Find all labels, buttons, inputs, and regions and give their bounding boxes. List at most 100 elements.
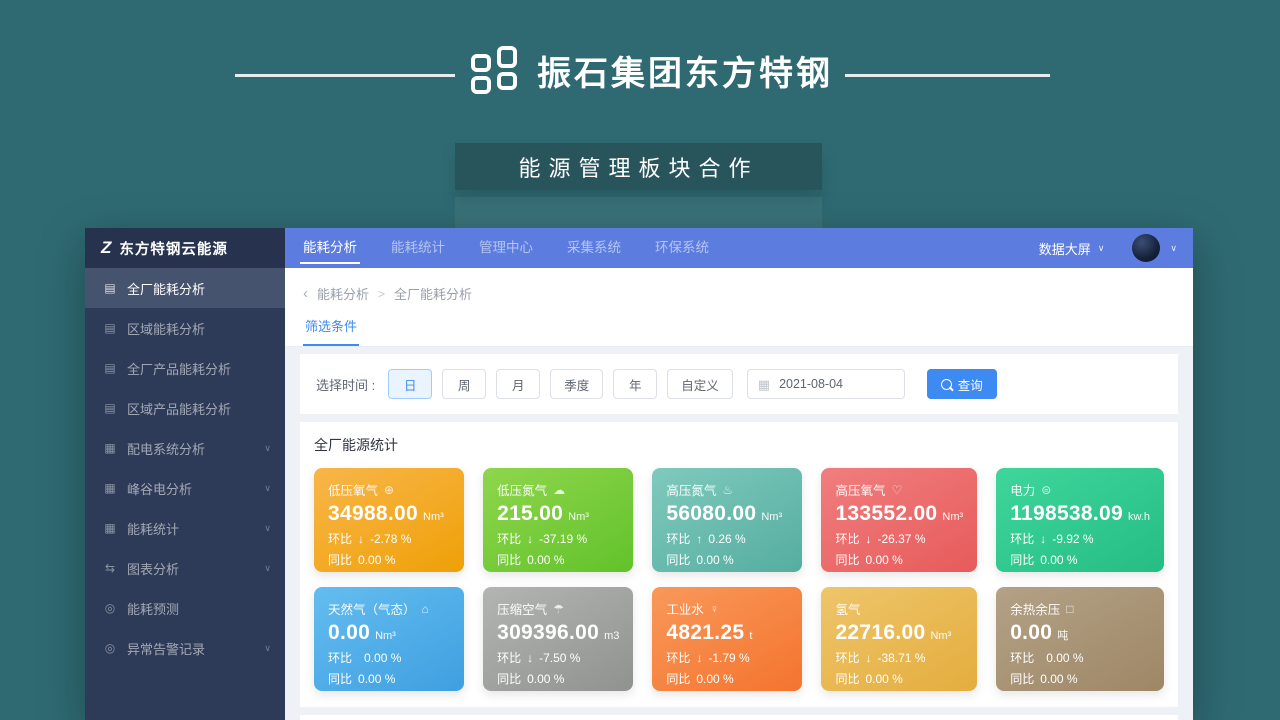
stat-value: 56080.00: [666, 502, 756, 525]
chevron-down-icon[interactable]: ∨: [1170, 243, 1177, 254]
tab-environment-system[interactable]: 环保系统: [655, 228, 709, 268]
tab-filter-conditions[interactable]: 筛选条件: [303, 316, 359, 346]
sidebar-menu: ▤ 全厂能耗分析 ▤ 区域能耗分析 ▤ 全厂产品能耗分析 ▤ 区域产品能耗分析 …: [85, 268, 285, 720]
stat-value: 0.00: [328, 621, 370, 644]
plant-energy-stats-panel: 全厂能源统计 低压氧气⊕ 34988.00Nm³ 环比↓-2.78 % 同比0.…: [300, 422, 1178, 707]
query-button[interactable]: 查询: [927, 369, 997, 399]
monitor-icon: ▤: [103, 401, 117, 415]
time-option-year[interactable]: 年: [613, 369, 657, 399]
sidebar-item-label: 区域能耗分析: [127, 319, 205, 338]
arrow-down-icon: ↓: [696, 651, 702, 665]
search-icon: ◎: [103, 601, 117, 615]
arrow-up-icon: ↑: [696, 532, 702, 546]
oxygen-icon: ♡: [891, 483, 902, 497]
stat-card-compressed-air: 压缩空气☂ 309396.00m3 环比↓-7.50 % 同比0.00 %: [483, 587, 633, 691]
sidebar-item-alarm-records[interactable]: ◎ 异常告警记录 ∨: [85, 628, 285, 668]
stat-unit: Nm³: [930, 630, 951, 642]
stat-card-electricity: 电力⊜ 1198538.09kw.h 环比↓-9.92 % 同比0.00 %: [996, 468, 1164, 572]
arrow-down-icon: ↓: [527, 651, 533, 665]
sidebar-item-peak-valley-power[interactable]: ▦ 峰谷电分析 ∨: [85, 468, 285, 508]
group-logo-icon: [471, 44, 523, 96]
user-avatar[interactable]: [1132, 234, 1160, 262]
stat-unit: Nm³: [423, 511, 444, 523]
tab-energy-analysis[interactable]: 能耗分析: [303, 228, 357, 268]
content-area: ‹ 能耗分析 > 全厂能耗分析 筛选条件 选择时间 : 日 周 月 季度 年 自…: [285, 268, 1193, 720]
home-icon: ⌂: [422, 602, 429, 616]
main-area: 能耗分析 能耗统计 管理中心 采集系统 环保系统 数据大屏 ∨ ∨ ‹ 能耗分析: [285, 228, 1193, 720]
list-icon: ▦: [103, 521, 117, 535]
stat-card-natural-gas: 天然气（气态）⌂ 0.00Nm³ 环比0.00 % 同比0.00 %: [314, 587, 464, 691]
sidebar-item-label: 峰谷电分析: [127, 479, 192, 498]
sidebar-item-plant-product-energy[interactable]: ▤ 全厂产品能耗分析: [85, 348, 285, 388]
sidebar-item-region-product-energy[interactable]: ▤ 区域产品能耗分析: [85, 388, 285, 428]
stat-card-hydrogen: 氢气 22716.00Nm³ 环比↓-38.71 % 同比0.00 %: [821, 587, 977, 691]
time-option-quarter[interactable]: 季度: [550, 369, 603, 399]
stat-unit: Nm³: [568, 511, 589, 523]
top-navbar: 能耗分析 能耗统计 管理中心 采集系统 环保系统 数据大屏 ∨ ∨: [285, 228, 1193, 268]
date-input[interactable]: [777, 376, 894, 392]
sidebar-item-power-distribution[interactable]: ▦ 配电系统分析 ∨: [85, 428, 285, 468]
slide-subtitle-banner: 能源管理板块合作: [455, 143, 822, 190]
sidebar-item-energy-statistics[interactable]: ▦ 能耗统计 ∨: [85, 508, 285, 548]
breadcrumb-parent[interactable]: 能耗分析: [317, 284, 369, 303]
arrow-down-icon: ↓: [527, 532, 533, 546]
nav-right: 数据大屏 ∨ ∨: [1039, 234, 1177, 262]
breadcrumb-current: 全厂能耗分析: [394, 284, 472, 303]
tab-energy-statistics[interactable]: 能耗统计: [391, 228, 445, 268]
stat-value: 133552.00: [835, 502, 937, 525]
arrow-down-icon: ↓: [1040, 532, 1046, 546]
monitor-icon: ▤: [103, 281, 117, 295]
sidebar-item-region-energy-analysis[interactable]: ▤ 区域能耗分析: [85, 308, 285, 348]
stats-section-title: 全厂能源统计: [314, 435, 1164, 455]
electric-icon: ⊜: [1041, 483, 1051, 497]
breadcrumb-panel: ‹ 能耗分析 > 全厂能耗分析 筛选条件: [285, 268, 1193, 347]
time-select-label: 选择时间 :: [316, 375, 375, 394]
stat-value: 0.00: [1010, 621, 1052, 644]
water-icon: ♀: [710, 602, 719, 616]
time-option-month[interactable]: 月: [496, 369, 540, 399]
date-picker[interactable]: ▦: [747, 369, 905, 399]
z-logo-icon: Z: [101, 238, 111, 258]
chevron-down-icon: ∨: [264, 563, 271, 574]
stat-value: 34988.00: [328, 502, 418, 525]
app-logo-text: 东方特钢云能源: [119, 238, 228, 259]
list-icon: ▦: [103, 481, 117, 495]
sidebar-item-energy-forecast[interactable]: ◎ 能耗预测: [85, 588, 285, 628]
sidebar: Z 东方特钢云能源 ▤ 全厂能耗分析 ▤ 区域能耗分析 ▤ 全厂产品能耗分析 ▤…: [85, 228, 285, 720]
stat-value: 22716.00: [835, 621, 925, 644]
back-arrow-icon[interactable]: ‹: [303, 286, 308, 301]
data-screen-button[interactable]: 数据大屏 ∨: [1039, 239, 1105, 258]
stat-value: 1198538.09: [1010, 502, 1123, 525]
stat-unit: Nm³: [375, 630, 396, 642]
time-option-week[interactable]: 周: [442, 369, 486, 399]
stat-card-low-pressure-oxygen: 低压氧气⊕ 34988.00Nm³ 环比↓-2.78 % 同比0.00 %: [314, 468, 464, 572]
calendar-icon: ▦: [758, 378, 770, 391]
time-option-custom[interactable]: 自定义: [667, 369, 733, 399]
arrow-down-icon: ↓: [865, 651, 871, 665]
stat-card-low-pressure-nitrogen: 低压氮气☁ 215.00Nm³ 环比↓-37.19 % 同比0.00 %: [483, 468, 633, 572]
monitor-icon: ▤: [103, 321, 117, 335]
tab-collection-system[interactable]: 采集系统: [567, 228, 621, 268]
stat-value: 309396.00: [497, 621, 599, 644]
stat-unit: m3: [604, 630, 619, 642]
dashboard-window: Z 东方特钢云能源 ▤ 全厂能耗分析 ▤ 区域能耗分析 ▤ 全厂产品能耗分析 ▤…: [85, 228, 1193, 720]
sidebar-item-label: 能耗统计: [127, 519, 179, 538]
breadcrumb-separator: >: [378, 287, 385, 301]
slide-title: 振石集团东方特钢: [537, 46, 833, 95]
search-icon: ◎: [103, 641, 117, 655]
time-option-day[interactable]: 日: [388, 369, 432, 399]
chevron-down-icon: ∨: [264, 643, 271, 654]
app-logo: Z 东方特钢云能源: [85, 228, 285, 268]
title-rule-left: [235, 74, 455, 77]
sidebar-item-label: 区域产品能耗分析: [127, 399, 231, 418]
sidebar-item-label: 配电系统分析: [127, 439, 205, 458]
arrow-down-icon: ↓: [358, 532, 364, 546]
sidebar-item-chart-analysis[interactable]: ⇆ 图表分析 ∨: [85, 548, 285, 588]
tab-management-center[interactable]: 管理中心: [479, 228, 533, 268]
sidebar-item-plant-energy-analysis[interactable]: ▤ 全厂能耗分析: [85, 268, 285, 308]
chevron-down-icon: ∨: [264, 443, 271, 454]
list-icon: ▦: [103, 441, 117, 455]
slide-brand: 振石集团东方特钢: [471, 44, 833, 96]
filter-panel: 选择时间 : 日 周 月 季度 年 自定义 ▦ 查询: [300, 354, 1178, 414]
chevron-down-icon: ∨: [264, 523, 271, 534]
